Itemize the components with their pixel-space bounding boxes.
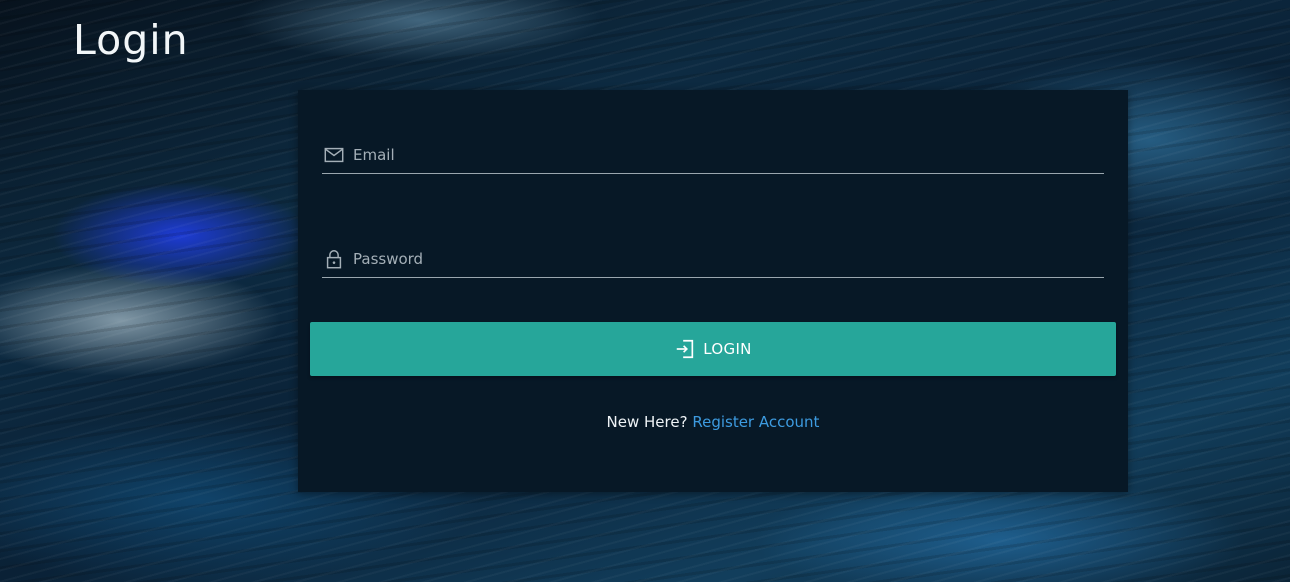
login-button-label: LOGIN bbox=[703, 340, 752, 358]
register-prompt: New Here? Register Account bbox=[298, 413, 1128, 431]
lock-icon bbox=[326, 250, 342, 269]
login-card: LOGIN New Here? Register Account bbox=[298, 90, 1128, 492]
login-button[interactable]: LOGIN bbox=[310, 322, 1116, 376]
login-page: Login LOGIN New H bbox=[0, 0, 1290, 582]
login-icon bbox=[677, 339, 694, 359]
envelope-icon bbox=[324, 147, 344, 163]
password-field-wrapper bbox=[322, 241, 1104, 278]
password-input[interactable] bbox=[353, 244, 1104, 274]
email-field-wrapper bbox=[322, 137, 1104, 174]
page-title: Login bbox=[73, 16, 189, 64]
register-prompt-text: New Here? bbox=[606, 413, 693, 431]
email-input[interactable] bbox=[353, 140, 1104, 170]
register-account-link[interactable]: Register Account bbox=[692, 413, 819, 431]
